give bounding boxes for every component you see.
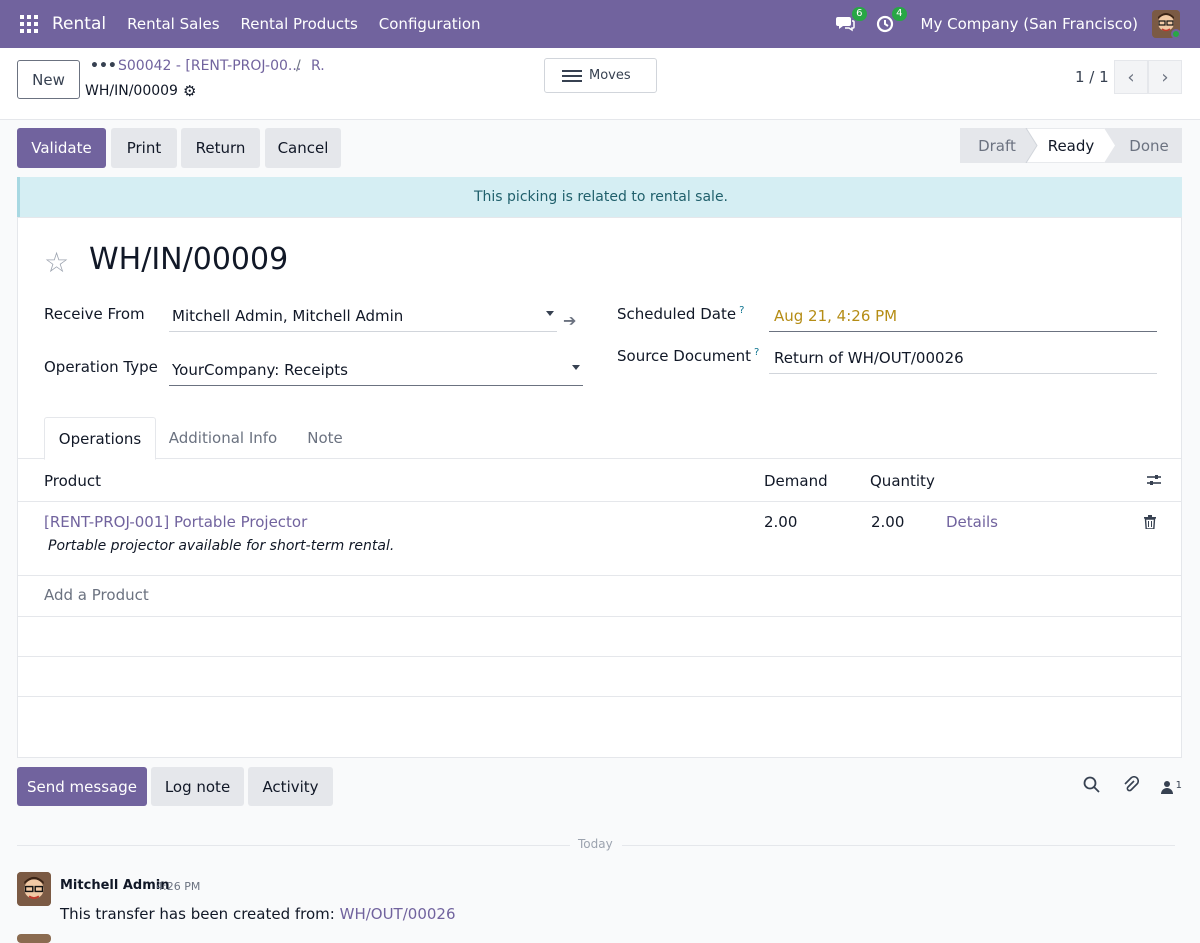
- empty-row: [18, 617, 1181, 657]
- chevron-left-icon: ‹: [1127, 66, 1135, 88]
- avatar[interactable]: [17, 872, 51, 906]
- notebook-tabs: Operations Additional Info Note: [18, 417, 1181, 460]
- message-time: 4:26 PM: [156, 880, 201, 893]
- column-demand[interactable]: Demand: [764, 472, 828, 490]
- chevron-down-icon: [572, 365, 580, 370]
- print-button[interactable]: Print: [111, 128, 177, 168]
- demand-value[interactable]: 2.00: [764, 513, 797, 531]
- moves-smart-button[interactable]: Moves: [544, 58, 657, 93]
- add-product-link[interactable]: Add a Product: [44, 586, 149, 604]
- messages-count-badge: 6: [852, 7, 867, 21]
- log-note-button[interactable]: Log note: [151, 767, 244, 806]
- table-header: Product Demand Quantity: [18, 459, 1181, 502]
- details-button[interactable]: Details: [946, 513, 998, 531]
- date-divider-line: [17, 845, 570, 846]
- trash-icon[interactable]: [1144, 515, 1156, 530]
- help-tooltip-icon[interactable]: ?: [739, 305, 744, 316]
- tab-note[interactable]: Note: [298, 417, 352, 459]
- source-document-label: Source Document?: [617, 347, 760, 365]
- followers-count: 1: [1175, 779, 1182, 791]
- new-button[interactable]: New: [17, 60, 80, 99]
- source-document-value: Return of WH/OUT/00026: [774, 349, 964, 367]
- return-button[interactable]: Return: [181, 128, 260, 168]
- breadcrumb-sale-order[interactable]: S00042 - [RENT-PROJ-00...: [118, 58, 301, 74]
- followers-icon[interactable]: 1: [1160, 779, 1182, 794]
- scheduled-date-value: Aug 21, 4:26 PM: [774, 307, 898, 325]
- receive-from-value: Mitchell Admin, Mitchell Admin: [172, 307, 404, 325]
- date-divider-label: Today: [578, 837, 613, 851]
- rental-alert-banner: This picking is related to rental sale.: [17, 177, 1182, 217]
- cancel-button[interactable]: Cancel: [265, 128, 341, 168]
- user-avatar[interactable]: [1152, 10, 1180, 38]
- menu-rental-sales[interactable]: Rental Sales: [127, 15, 219, 33]
- empty-row: [18, 657, 1181, 697]
- operation-type-value: YourCompany: Receipts: [172, 361, 348, 379]
- search-icon[interactable]: [1083, 776, 1100, 797]
- stage-done[interactable]: Done: [1116, 128, 1182, 163]
- moves-label: Moves: [589, 68, 631, 83]
- chatter-topbar-icons: 1: [1061, 775, 1182, 797]
- internal-link-arrow-icon[interactable]: ➔: [563, 311, 576, 330]
- column-quantity[interactable]: Quantity: [870, 472, 935, 490]
- stage-draft[interactable]: Draft: [960, 128, 1034, 163]
- form-sheet: ☆ WH/IN/00009 Receive From Mitchell Admi…: [17, 217, 1182, 758]
- product-description: Portable projector available for short-t…: [48, 538, 395, 554]
- messages-icon[interactable]: 6: [835, 7, 867, 35]
- pager-next-button[interactable]: ›: [1148, 60, 1182, 94]
- message-link[interactable]: WH/OUT/00026: [340, 905, 456, 923]
- control-panel: New ••• S00042 - [RENT-PROJ-00... / R. W…: [0, 48, 1200, 120]
- quantity-value[interactable]: 2.00: [871, 513, 904, 531]
- scheduled-date-label: Scheduled Date?: [617, 305, 745, 323]
- activities-icon[interactable]: 4: [875, 7, 907, 35]
- menu-configuration[interactable]: Configuration: [379, 15, 481, 33]
- activities-count-badge: 4: [892, 7, 907, 21]
- menu-rental-products[interactable]: Rental Products: [241, 15, 358, 33]
- receive-from-label: Receive From: [44, 305, 145, 323]
- activity-button[interactable]: Activity: [248, 767, 333, 806]
- tab-operations[interactable]: Operations: [44, 417, 156, 460]
- pager-previous-button[interactable]: ‹: [1114, 60, 1148, 94]
- tab-additional-info[interactable]: Additional Info: [164, 417, 282, 459]
- app-menu-icon[interactable]: [20, 15, 38, 33]
- pager-value[interactable]: 1 / 1: [1075, 68, 1109, 86]
- record-title: WH/IN/00009: [89, 242, 289, 277]
- optional-columns-icon[interactable]: [1146, 472, 1162, 492]
- column-product[interactable]: Product: [44, 472, 101, 490]
- scheduled-date-field[interactable]: Aug 21, 4:26 PM: [769, 307, 1157, 332]
- breadcrumb-separator: /: [296, 58, 301, 74]
- list-icon: [562, 67, 582, 85]
- message-author[interactable]: Mitchell Admin: [60, 878, 169, 893]
- operation-type-label: Operation Type: [44, 358, 158, 376]
- chevron-down-icon: [546, 311, 554, 316]
- operation-type-field[interactable]: YourCompany: Receipts: [169, 361, 583, 386]
- avatar[interactable]: [17, 934, 51, 943]
- date-divider-line: [622, 845, 1175, 846]
- message-body: This transfer has been created from: WH/…: [60, 905, 456, 923]
- paperclip-icon[interactable]: [1122, 775, 1139, 797]
- status-bar: Draft Ready Done: [960, 128, 1182, 163]
- receive-from-field[interactable]: Mitchell Admin, Mitchell Admin: [169, 307, 557, 332]
- top-navbar: Rental Rental Sales Rental Products Conf…: [0, 0, 1200, 48]
- gear-icon[interactable]: ⚙: [183, 82, 196, 100]
- product-link[interactable]: [RENT-PROJ-001] Portable Projector: [44, 513, 307, 531]
- table-row[interactable]: [RENT-PROJ-001] Portable Projector Porta…: [18, 502, 1181, 576]
- source-document-field[interactable]: Return of WH/OUT/00026: [769, 349, 1157, 374]
- breadcrumb-more[interactable]: •••: [90, 58, 117, 74]
- online-status-dot: [1171, 29, 1180, 38]
- company-switcher[interactable]: My Company (San Francisco): [921, 15, 1138, 33]
- app-brand[interactable]: Rental: [52, 14, 106, 34]
- star-icon[interactable]: ☆: [44, 246, 69, 279]
- stage-ready[interactable]: Ready: [1038, 128, 1104, 163]
- add-product-row[interactable]: Add a Product: [18, 576, 1181, 617]
- chevron-right-icon: ›: [1161, 66, 1169, 88]
- send-message-button[interactable]: Send message: [17, 767, 147, 806]
- breadcrumb-parent[interactable]: R.: [311, 58, 325, 74]
- breadcrumb-current: WH/IN/00009: [85, 83, 178, 99]
- validate-button[interactable]: Validate: [17, 128, 106, 168]
- help-tooltip-icon[interactable]: ?: [754, 347, 759, 358]
